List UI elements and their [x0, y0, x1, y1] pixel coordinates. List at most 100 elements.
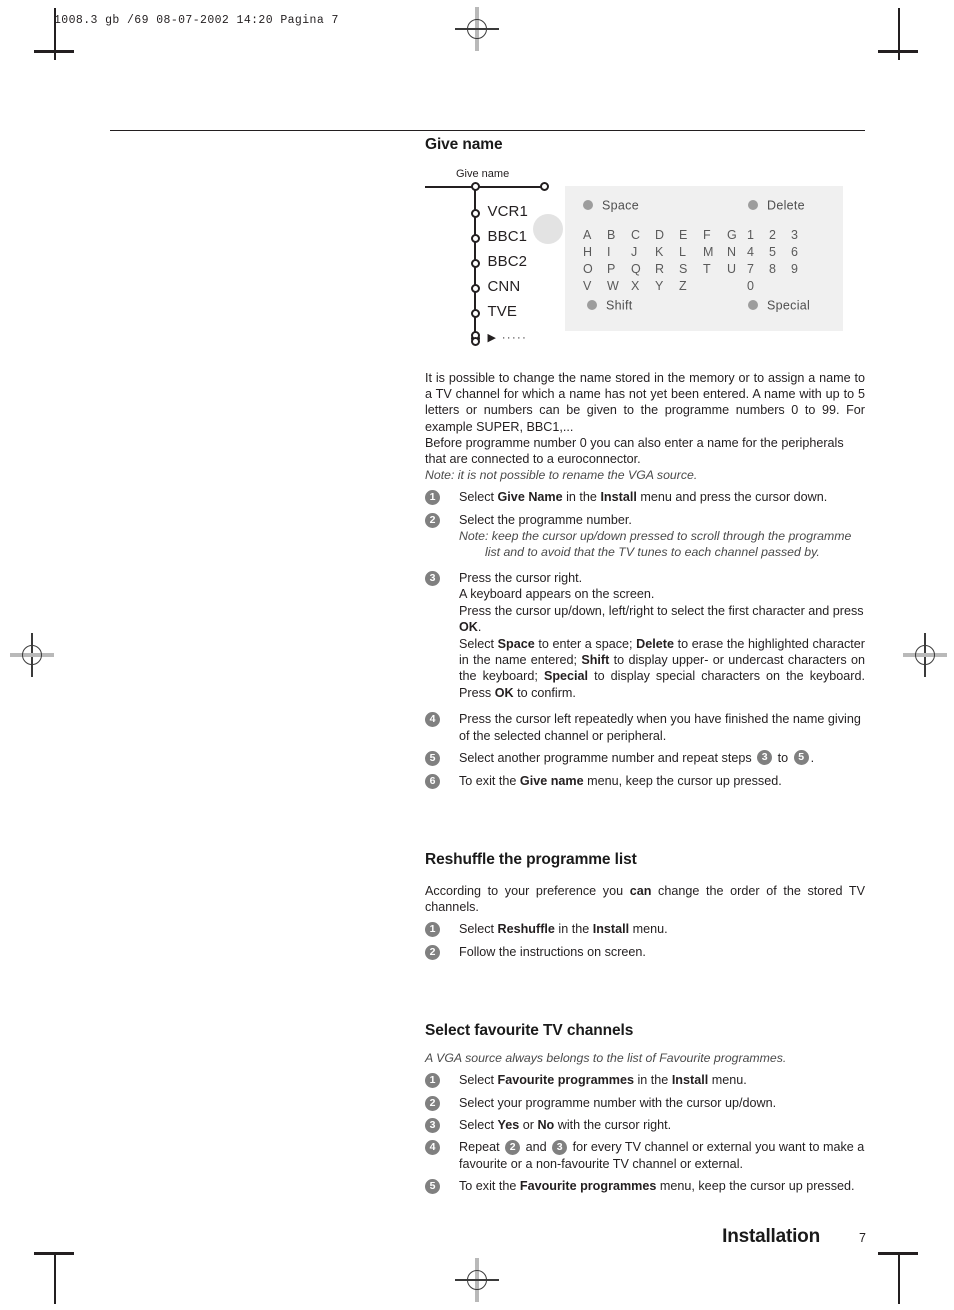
give-name-intro-paragraph-2: Before programme number 0 you can also e…: [425, 435, 844, 467]
key-e[interactable]: E: [679, 228, 703, 242]
key-3[interactable]: 3: [791, 228, 813, 242]
tree-item-label: BBC1: [487, 228, 528, 245]
step-number-badge: 2: [425, 944, 440, 960]
favourite-heading: Select favourite TV channels: [425, 1022, 634, 1040]
step-3-line-4: Select Space to enter a space; Delete to…: [459, 636, 865, 700]
keyboard-letter-row: ABCDEFG: [583, 228, 751, 245]
step-number-badge: 2: [425, 512, 440, 528]
key-r[interactable]: R: [655, 262, 679, 276]
key-f[interactable]: F: [703, 228, 727, 242]
key-t[interactable]: T: [703, 262, 727, 276]
give-name-heading: Give name: [425, 136, 503, 153]
step-number-badge: 5: [425, 1179, 440, 1195]
keyboard-delete-button[interactable]: Delete: [748, 198, 805, 213]
key-y[interactable]: Y: [655, 279, 679, 293]
key-9[interactable]: 9: [791, 262, 813, 276]
bullet-icon: [583, 199, 593, 210]
tree-bullet-icon: [470, 209, 480, 218]
step-number-badge: 6: [425, 773, 440, 789]
crop-mark-bottom-right-vertical: [898, 1252, 900, 1304]
reshuffle-heading: Reshuffle the programme list: [425, 850, 637, 868]
key-j[interactable]: J: [631, 245, 655, 259]
step-number-badge: 1: [425, 922, 440, 938]
key-w[interactable]: W: [607, 279, 631, 293]
give-name-intro-paragraph-1: It is possible to change the name stored…: [425, 371, 865, 434]
step-text: Repeat 2 and 3 for every TV channel or e…: [459, 1139, 865, 1171]
key-m[interactable]: M: [703, 245, 727, 259]
key-c[interactable]: C: [631, 228, 655, 242]
tree-more-label: ▶ ·····: [487, 332, 528, 344]
tree-item-label: CNN: [487, 278, 521, 295]
favourite-steps: 1 Select Favourite programmes in the Ins…: [425, 1072, 865, 1195]
key-8[interactable]: 8: [769, 262, 791, 276]
tree-item-label: VCR1: [487, 203, 528, 220]
step-number-badge: 4: [425, 1140, 440, 1156]
tree-node-root: [470, 182, 480, 191]
key-i[interactable]: I: [607, 245, 631, 259]
four-way-cursor-icon: [533, 214, 563, 244]
step-number-badge: 1: [425, 490, 440, 506]
keyboard-letter-row: VWXYZ: [583, 279, 751, 296]
key-p[interactable]: P: [607, 262, 631, 276]
keyboard-space-button[interactable]: Space: [583, 198, 639, 213]
tree-stack-end-icon: [470, 331, 485, 353]
keyboard-letter-grid: ABCDEFG HIJKLMN OPQRSTU VWXYZ: [583, 228, 751, 296]
keyboard-delete-label: Delete: [767, 198, 805, 213]
keyboard-shift-button[interactable]: Shift: [587, 298, 633, 313]
key-v[interactable]: V: [583, 279, 607, 293]
crop-mark-top-left-horizontal: [34, 50, 74, 53]
give-name-step-1: 1 Select Give Name in the Install menu a…: [425, 489, 865, 506]
key-4[interactable]: 4: [747, 245, 769, 259]
step-text: Press the cursor left repeatedly when yo…: [459, 712, 861, 743]
inline-step-reference: 2: [505, 1139, 521, 1155]
bullet-icon: [748, 199, 758, 210]
footer-page-number: 7: [859, 1231, 866, 1245]
step-2-note: Note: keep the cursor up/down pressed to…: [459, 529, 852, 560]
key-l[interactable]: L: [679, 245, 703, 259]
give-name-step-2: 2 Select the programme number. Note: kee…: [425, 512, 865, 560]
favourite-step-1: 1 Select Favourite programmes in the Ins…: [425, 1072, 865, 1089]
keyboard-shift-label: Shift: [606, 298, 633, 313]
key-a[interactable]: A: [583, 228, 607, 242]
key-1[interactable]: 1: [747, 228, 769, 242]
give-name-step-4: 4 Press the cursor left repeatedly when …: [425, 711, 865, 744]
step-3-line-2: A keyboard appears on the screen.: [459, 587, 655, 602]
tree-bullet-icon: [470, 259, 480, 268]
keyboard-number-row: 0: [747, 279, 813, 296]
step-3-line-1: Press the cursor right.: [459, 571, 583, 586]
document-page: 1008.3 gb /69 08-07-2002 14:20 Pagina 7 …: [0, 0, 954, 1310]
step-text: Select Yes or No with the cursor right.: [459, 1117, 672, 1132]
key-h[interactable]: H: [583, 245, 607, 259]
key-2[interactable]: 2: [769, 228, 791, 242]
key-0[interactable]: 0: [747, 279, 769, 293]
key-6[interactable]: 6: [791, 245, 813, 259]
step-3-line-3: Press the cursor up/down, left/right to …: [459, 603, 864, 635]
bullet-icon: [748, 299, 758, 310]
key-k[interactable]: K: [655, 245, 679, 259]
crop-mark-bottom-left-horizontal: [34, 1252, 74, 1255]
step-text: Select your programme number with the cu…: [459, 1095, 777, 1110]
inline-step-reference: 3: [757, 750, 773, 766]
give-name-note: Note: it is not possible to rename the V…: [425, 468, 698, 483]
key-s[interactable]: S: [679, 262, 703, 276]
favourite-step-4: 4 Repeat 2 and 3 for every TV channel or…: [425, 1139, 865, 1172]
step-number-badge: 5: [425, 751, 440, 767]
content-column: Give name Give name VCR1 BBC1 BBC2 CNN T…: [425, 136, 865, 1201]
step-number-badge: 2: [425, 1095, 440, 1111]
key-x[interactable]: X: [631, 279, 655, 293]
key-z[interactable]: Z: [679, 279, 703, 293]
key-q[interactable]: Q: [631, 262, 655, 276]
reshuffle-intro: According to your preference you can cha…: [425, 883, 865, 915]
registration-mark-bottom: [455, 1258, 499, 1302]
key-o[interactable]: O: [583, 262, 607, 276]
keyboard-special-button[interactable]: Special: [748, 298, 810, 313]
figure-caption: Give name: [456, 168, 510, 180]
favourite-step-5: 5 To exit the Favourite programmes menu,…: [425, 1178, 865, 1195]
key-b[interactable]: B: [607, 228, 631, 242]
key-d[interactable]: D: [655, 228, 679, 242]
crop-mark-bottom-right-horizontal: [878, 1252, 918, 1255]
key-7[interactable]: 7: [747, 262, 769, 276]
reshuffle-step-2: 2 Follow the instructions on screen.: [425, 944, 865, 960]
key-5[interactable]: 5: [769, 245, 791, 259]
step-number-badge: 3: [425, 571, 440, 587]
